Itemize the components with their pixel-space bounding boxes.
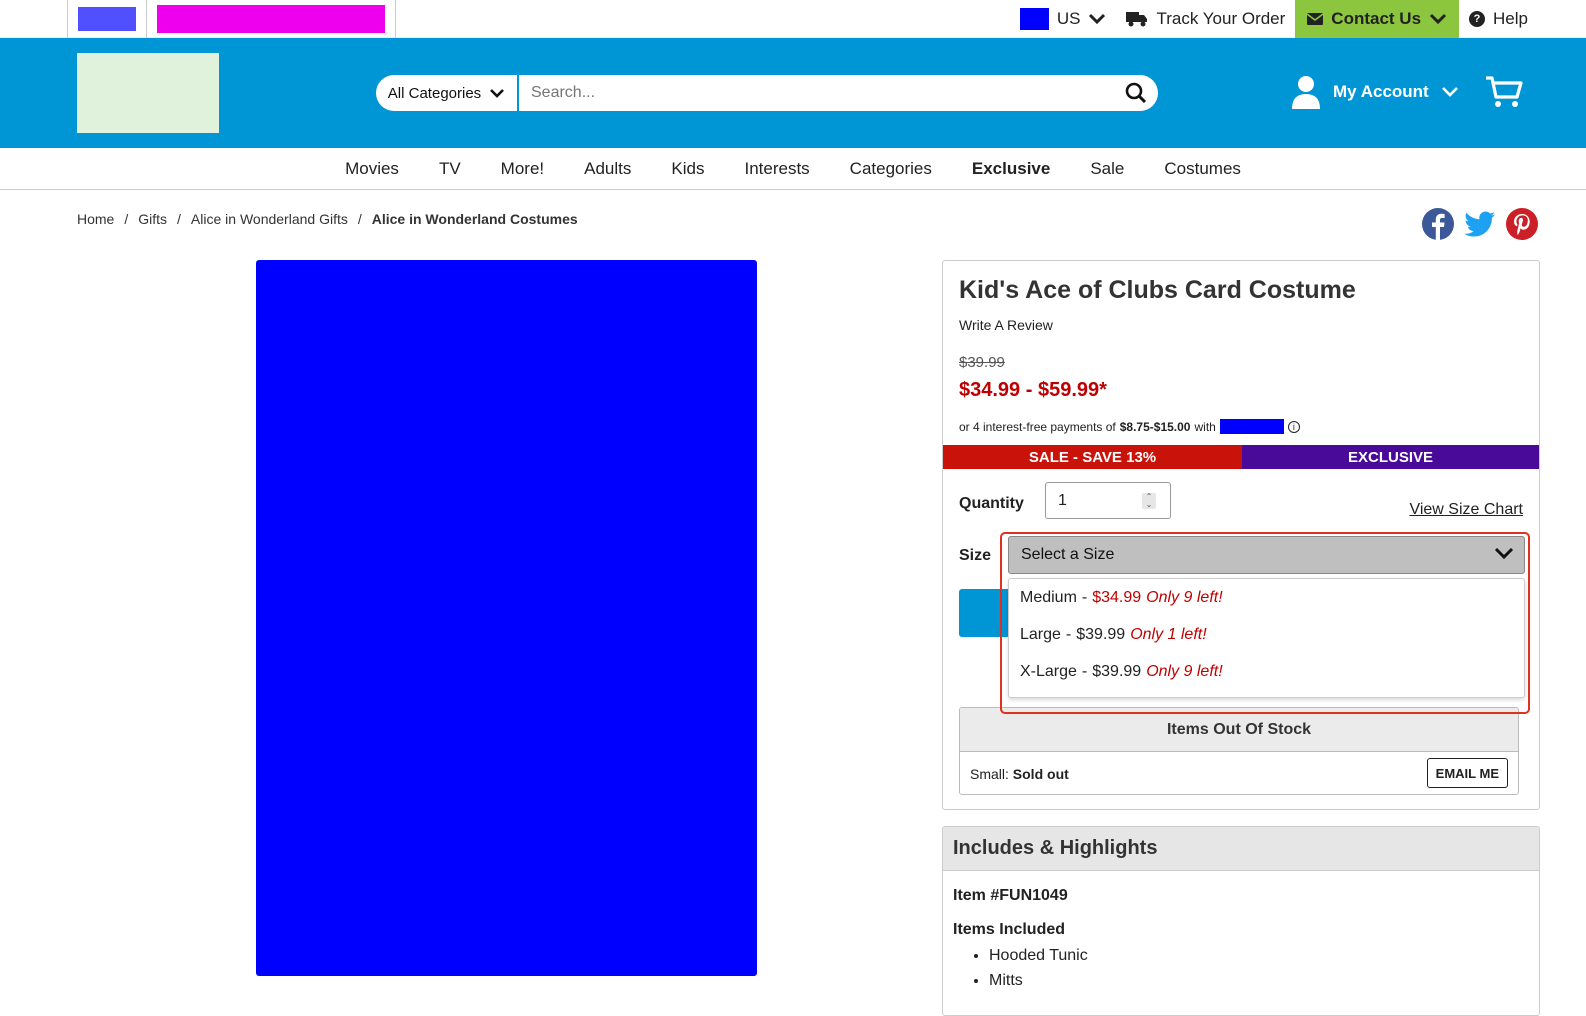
chevron-down-icon <box>1441 87 1458 97</box>
stepper-arrows-icon[interactable]: ⌃ ⌄ <box>1142 493 1156 509</box>
highlight-box <box>1000 532 1530 714</box>
breadcrumb: Home / Gifts / Alice in Wonderland Gifts… <box>77 211 578 227</box>
installments-info: or 4 interest-free payments of $8.75-$15… <box>959 419 1300 434</box>
search-input[interactable] <box>519 75 1114 111</box>
help-icon: ? <box>1469 11 1486 27</box>
category-dropdown-label: All Categories <box>387 84 482 102</box>
quantity-value: 1 <box>1058 491 1067 509</box>
help-label: Help <box>1493 9 1528 28</box>
pinterest-icon[interactable] <box>1506 208 1538 240</box>
country-selector[interactable]: US <box>1010 0 1117 38</box>
includes-title: Includes & Highlights <box>943 827 1539 871</box>
nav-item-interests[interactable]: Interests <box>724 159 829 179</box>
payments-amount: $8.75-$15.00 <box>1119 419 1191 434</box>
breadcrumb-separator: / <box>177 211 181 227</box>
product-title: Kid's Ace of Clubs Card Costume <box>959 276 1356 304</box>
truck-icon <box>1126 12 1148 27</box>
includes-highlights-panel: Includes & Highlights Item #FUN1049 Item… <box>942 826 1540 1016</box>
list-item: Mitts <box>989 968 1088 993</box>
facebook-icon[interactable] <box>1422 208 1454 240</box>
breadcrumb-alice-gifts[interactable]: Alice in Wonderland Gifts <box>191 211 348 227</box>
breadcrumb-separator: / <box>357 211 362 227</box>
search-bar: All Categories <box>376 75 1158 111</box>
brand-link-1[interactable] <box>67 0 147 38</box>
nav-item-kids[interactable]: Kids <box>651 159 724 179</box>
product-image[interactable] <box>256 260 757 976</box>
list-item: Hooded Tunic <box>989 943 1088 968</box>
help-link[interactable]: ? Help <box>1459 0 1538 38</box>
oos-status: Sold out <box>1012 765 1069 782</box>
old-price: $39.99 <box>959 354 1005 371</box>
twitter-icon[interactable] <box>1464 208 1496 240</box>
main-nav: Movies TV More! Adults Kids Interests Ca… <box>0 148 1586 190</box>
view-size-chart-link[interactable]: View Size Chart <box>1409 501 1523 519</box>
user-icon <box>1292 76 1320 109</box>
chevron-down-icon <box>1089 13 1106 25</box>
category-dropdown[interactable]: All Categories <box>376 75 519 111</box>
track-order-link[interactable]: Track Your Order <box>1116 0 1295 38</box>
contact-us-label: Contact Us <box>1331 9 1422 28</box>
out-of-stock-title: Items Out Of Stock <box>960 708 1518 752</box>
brand-link-2[interactable] <box>147 0 396 38</box>
cart-icon <box>1486 76 1523 107</box>
quantity-stepper[interactable]: 1 ⌃ ⌄ <box>1045 482 1171 519</box>
breadcrumb-current: Alice in Wonderland Costumes <box>371 211 578 227</box>
brand-logo-2 <box>157 5 385 33</box>
topbar-brand-links <box>67 0 396 38</box>
social-share <box>1422 208 1538 240</box>
cart-button[interactable] <box>1485 75 1523 114</box>
payment-provider-logo <box>1219 419 1284 434</box>
my-account-menu[interactable]: My Account <box>1291 75 1459 109</box>
email-me-button[interactable]: EMAIL ME <box>1426 758 1508 788</box>
nav-item-categories[interactable]: Categories <box>830 159 952 179</box>
out-of-stock-row: Small: Sold out EMAIL ME <box>960 752 1518 794</box>
info-icon[interactable]: i <box>1287 420 1300 433</box>
my-account-label: My Account <box>1333 82 1429 101</box>
write-review-link[interactable]: Write A Review <box>959 317 1053 333</box>
nav-item-adults[interactable]: Adults <box>564 159 651 179</box>
brand-logo-1 <box>78 7 136 31</box>
payments-with: with <box>1194 419 1216 434</box>
breadcrumb-gifts[interactable]: Gifts <box>138 211 167 227</box>
site-header: All Categories My Account <box>0 38 1586 148</box>
items-included-label: Items Included <box>953 921 1066 938</box>
sale-badge: SALE - SAVE 13% <box>943 445 1242 469</box>
nav-item-more[interactable]: More! <box>481 159 564 179</box>
items-included-list: Hooded Tunic Mitts <box>973 943 1088 993</box>
site-logo[interactable] <box>77 53 219 133</box>
size-label: Size <box>959 547 992 564</box>
search-icon <box>1125 82 1147 104</box>
envelope-icon <box>1307 13 1324 25</box>
country-label: US <box>1056 9 1081 28</box>
search-button[interactable] <box>1114 75 1158 111</box>
top-utility-bar: US Track Your Order Contact Us ? Help <box>0 0 1586 38</box>
breadcrumb-separator: / <box>124 211 129 227</box>
nav-item-movies[interactable]: Movies <box>325 159 419 179</box>
chevron-down-icon <box>1429 13 1447 25</box>
nav-item-exclusive[interactable]: Exclusive <box>952 159 1070 179</box>
nav-item-costumes[interactable]: Costumes <box>1144 159 1261 179</box>
flag-icon <box>1019 8 1049 30</box>
track-order-label: Track Your Order <box>1156 9 1286 28</box>
payments-prefix: or 4 interest-free payments of <box>959 419 1116 434</box>
exclusive-badge: EXCLUSIVE <box>1242 445 1539 469</box>
product-badges: SALE - SAVE 13% EXCLUSIVE <box>943 445 1539 469</box>
contact-us-button[interactable]: Contact Us <box>1295 0 1460 38</box>
nav-item-tv[interactable]: TV <box>419 159 481 179</box>
oos-size: Small: <box>970 765 1009 782</box>
item-number: Item #FUN1049 <box>953 887 1068 904</box>
quantity-label: Quantity <box>959 495 1024 512</box>
out-of-stock-panel: Items Out Of Stock Small: Sold out EMAIL… <box>959 707 1519 795</box>
breadcrumb-home[interactable]: Home <box>77 211 114 227</box>
price-range: $34.99 - $59.99* <box>959 379 1107 401</box>
nav-item-sale[interactable]: Sale <box>1070 159 1144 179</box>
chevron-down-icon <box>490 88 505 98</box>
